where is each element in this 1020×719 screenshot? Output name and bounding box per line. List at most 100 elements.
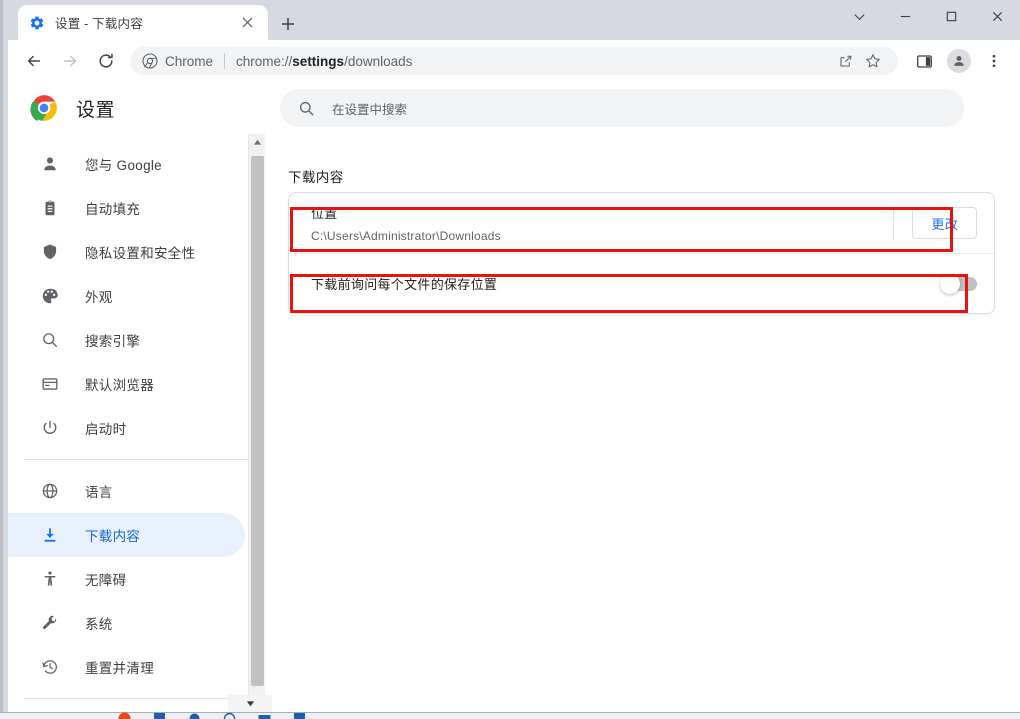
ime-keyboard-icon[interactable] — [258, 712, 271, 719]
sidebar-scrollbar[interactable] — [248, 134, 265, 712]
search-placeholder: 在设置中搜索 — [332, 99, 407, 118]
minimize-button[interactable] — [882, 0, 928, 33]
address-bar-url: chrome://settings/downloads — [236, 54, 412, 69]
sidebar-item-label: 语言 — [85, 481, 113, 501]
sidebar-item-reset-cleanup[interactable]: 重置并清理 — [8, 645, 245, 689]
address-bar[interactable]: Chrome chrome://settings/downloads — [130, 47, 898, 75]
tab-close-icon[interactable] — [236, 12, 258, 34]
accessibility-icon — [40, 569, 60, 589]
scrollbar-thumb[interactable] — [251, 156, 264, 686]
omnibox-divider — [224, 53, 225, 69]
reload-button[interactable] — [91, 46, 121, 76]
ime-status-icons — [118, 712, 306, 719]
browser-tab[interactable]: 设置 - 下载内容 — [18, 5, 268, 40]
sidebar-item-label: 重置并清理 — [85, 657, 154, 677]
sidebar-item-appearance[interactable]: 外观 — [8, 274, 245, 318]
search-icon — [298, 100, 315, 117]
settings-search-box[interactable]: 在设置中搜索 — [280, 89, 964, 127]
download-location-row[interactable]: 位置 C:\Users\Administrator\Downloads 更改 — [289, 193, 994, 253]
sidebar-item-label: 启动时 — [85, 418, 126, 438]
settings-sidebar: 您与 Google 自动填充 隐私设置和安全性 — [8, 134, 248, 712]
browser-toolbar: Chrome chrome://settings/downloads — [8, 40, 1020, 82]
chrome-logo-icon — [30, 94, 58, 122]
sidebar-group-2: 语言 下载内容 无障碍 — [8, 466, 248, 692]
sidebar-item-languages[interactable]: 语言 — [8, 469, 245, 513]
globe-icon — [40, 481, 60, 501]
window-left-edge — [0, 0, 8, 712]
back-button[interactable] — [19, 46, 49, 76]
ime-logo-icon[interactable] — [118, 712, 131, 719]
chrome-logo-icon — [142, 53, 158, 69]
sidebar-item-label: 搜索引擎 — [85, 330, 140, 350]
sidebar-item-privacy-security[interactable]: 隐私设置和安全性 — [8, 230, 245, 274]
sidebar-item-on-startup[interactable]: 启动时 — [8, 406, 245, 450]
ime-punctuation-icon[interactable] — [188, 712, 201, 719]
clipboard-icon — [40, 198, 60, 218]
sidebar-item-label: 下载内容 — [85, 525, 140, 545]
browser-window-icon — [40, 374, 60, 394]
location-texts: 位置 C:\Users\Administrator\Downloads — [311, 203, 893, 243]
share-icon[interactable] — [832, 48, 858, 74]
ime-settings-icon[interactable] — [293, 712, 306, 719]
sidebar-divider — [24, 698, 248, 699]
sidebar-item-label: 无障碍 — [85, 569, 126, 589]
settings-page: 设置 在设置中搜索 您与 Google — [8, 82, 1020, 712]
ime-expand-button[interactable] — [228, 695, 272, 712]
star-icon[interactable] — [860, 48, 886, 74]
forward-button[interactable] — [55, 46, 85, 76]
page-title: 设置 — [76, 95, 115, 122]
omnibox-actions — [830, 48, 886, 74]
close-button[interactable] — [974, 0, 1020, 33]
maximize-button[interactable] — [928, 0, 974, 33]
settings-header: 设置 在设置中搜索 — [8, 82, 1020, 134]
wrench-icon — [40, 613, 60, 633]
new-tab-button[interactable] — [275, 11, 301, 37]
ime-emoji-icon[interactable] — [223, 712, 236, 719]
sidebar-item-label: 系统 — [85, 613, 113, 633]
sidebar-item-you-and-google[interactable]: 您与 Google — [8, 142, 245, 186]
sidebar-item-autofill[interactable]: 自动填充 — [8, 186, 245, 230]
toggle-knob — [940, 274, 960, 294]
scrollbar-up-arrow-icon[interactable] — [249, 134, 266, 151]
window-controls — [836, 0, 1020, 33]
ime-chinese-icon[interactable] — [153, 712, 166, 719]
chrome-chip-label: Chrome — [165, 54, 213, 69]
tab-title: 设置 - 下载内容 — [55, 13, 236, 32]
ask-texts: 下载前询问每个文件的保存位置 — [311, 274, 943, 293]
three-dot-menu-icon[interactable] — [979, 46, 1009, 76]
settings-brand: 设置 — [8, 94, 266, 122]
sidebar-item-label: 默认浏览器 — [85, 374, 154, 394]
sidebar-item-label: 隐私设置和安全性 — [85, 242, 195, 262]
downloads-settings-card: 位置 C:\Users\Administrator\Downloads 更改 下… — [288, 192, 995, 314]
sidebar-item-system[interactable]: 系统 — [8, 601, 245, 645]
sidebar-item-accessibility[interactable]: 无障碍 — [8, 557, 245, 601]
profile-avatar-icon[interactable] — [947, 49, 971, 73]
browser-window: 设置 - 下载内容 — [0, 0, 1020, 719]
shield-icon — [40, 242, 60, 262]
sidebar-group-3: 扩展程序 — [8, 705, 248, 712]
sidebar-item-default-browser[interactable]: 默认浏览器 — [8, 362, 245, 406]
change-location-button[interactable]: 更改 — [912, 207, 977, 239]
search-icon — [40, 330, 60, 350]
sidebar-group-1: 您与 Google 自动填充 隐私设置和安全性 — [8, 139, 248, 453]
power-icon — [40, 418, 60, 438]
restore-clock-icon — [40, 657, 60, 677]
location-label: 位置 — [311, 203, 893, 222]
palette-icon — [40, 286, 60, 306]
settings-content: 下载内容 位置 C:\Users\Administrator\Downloads… — [266, 134, 1020, 712]
sidebar-item-downloads[interactable]: 下载内容 — [8, 513, 245, 557]
row-divider — [893, 206, 894, 240]
download-icon — [40, 525, 60, 545]
sidebar-item-label: 自动填充 — [85, 198, 140, 218]
tab-search-chevron-down-icon[interactable] — [836, 0, 882, 33]
ask-where-to-save-row[interactable]: 下载前询问每个文件的保存位置 — [289, 253, 994, 313]
sidebar-divider — [24, 459, 248, 460]
person-icon — [40, 154, 60, 174]
sidebar-item-label: 您与 Google — [85, 154, 162, 174]
tab-strip: 设置 - 下载内容 — [8, 0, 1020, 40]
section-title: 下载内容 — [288, 166, 1020, 186]
ask-where-to-save-toggle[interactable] — [943, 277, 977, 291]
side-panel-icon[interactable] — [909, 46, 939, 76]
ask-where-to-save-label: 下载前询问每个文件的保存位置 — [311, 274, 943, 293]
sidebar-item-search-engine[interactable]: 搜索引擎 — [8, 318, 245, 362]
